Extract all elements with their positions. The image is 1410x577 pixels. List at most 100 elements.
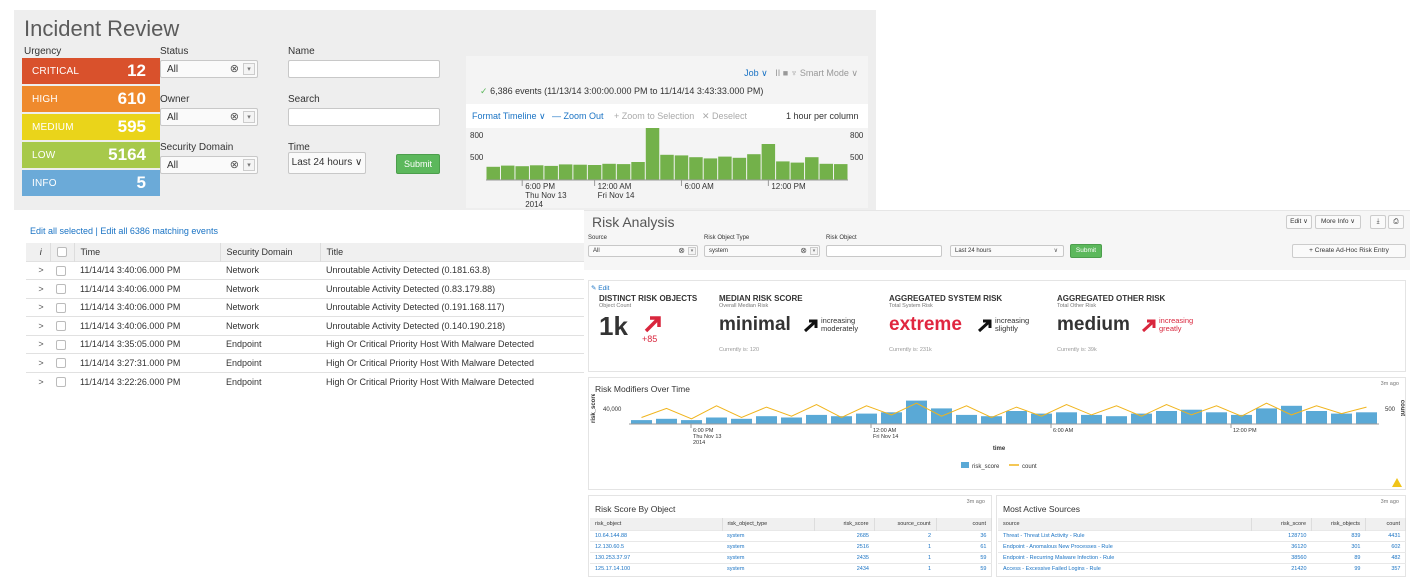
table-row[interactable]: Threat - Threat List Activity - Rule 1287… bbox=[998, 529, 1406, 541]
expand-cell[interactable]: > bbox=[26, 316, 50, 335]
timeline-bar[interactable] bbox=[718, 156, 732, 180]
select-all-column-header[interactable] bbox=[50, 243, 75, 261]
risk-score-bar[interactable] bbox=[881, 412, 902, 424]
legend-label[interactable]: risk_score bbox=[972, 464, 1000, 470]
timeline-chart[interactable]: 800 500 800 500 6:00 PMThu Nov 132014 12:00 A… bbox=[466, 128, 868, 208]
table-cell[interactable]: 128710 bbox=[1251, 529, 1312, 541]
timeline-bar[interactable] bbox=[747, 154, 761, 180]
timeline-bar[interactable] bbox=[544, 165, 558, 180]
column-header[interactable]: risk_object bbox=[590, 518, 723, 530]
table-cell[interactable]: 59 bbox=[936, 562, 992, 574]
urgency-info[interactable]: INFO 5 bbox=[22, 170, 160, 196]
column-header[interactable]: count bbox=[1365, 518, 1406, 530]
risk-score-bar[interactable] bbox=[1306, 411, 1327, 424]
urgency-low[interactable]: LOW 5164 bbox=[22, 142, 160, 168]
risk-score-bar[interactable] bbox=[1106, 416, 1127, 424]
risk-score-bar[interactable] bbox=[656, 418, 677, 424]
chevron-down-icon[interactable]: ▾ bbox=[688, 247, 696, 255]
more-info-button[interactable]: More Info ∨ bbox=[1315, 215, 1361, 229]
search-mode-controls[interactable]: II ■ ♆ Smart Mode ∨ bbox=[775, 68, 858, 78]
row-checkbox[interactable] bbox=[56, 284, 66, 295]
column-header[interactable]: risk_score bbox=[1251, 518, 1312, 530]
column-header[interactable]: risk_score bbox=[814, 518, 875, 530]
clear-icon[interactable]: ⊗ bbox=[230, 158, 239, 171]
submit-button[interactable]: Submit bbox=[1070, 244, 1102, 258]
table-cell[interactable]: 839 bbox=[1311, 529, 1366, 541]
select-cell[interactable] bbox=[50, 279, 74, 298]
table-cell[interactable]: 2516 bbox=[814, 540, 874, 552]
row-checkbox[interactable] bbox=[56, 321, 66, 332]
table-cell[interactable]: 1 bbox=[874, 562, 936, 574]
chevron-down-icon[interactable]: ∨ bbox=[1054, 247, 1058, 254]
urgency-high[interactable]: HIGH 610 bbox=[22, 86, 160, 112]
security-domain-select[interactable]: All ⊗ ▾ bbox=[160, 156, 258, 174]
column-header[interactable]: count bbox=[936, 518, 992, 530]
clear-icon[interactable]: ⊗ bbox=[678, 246, 685, 255]
edit-link[interactable]: ✎ Edit bbox=[591, 284, 609, 292]
risk-score-bar[interactable] bbox=[781, 417, 802, 425]
risk-score-bar[interactable] bbox=[756, 416, 777, 424]
chevron-down-icon[interactable]: ▾ bbox=[810, 247, 818, 255]
expand-cell[interactable]: > bbox=[26, 371, 50, 391]
table-cell[interactable]: 61 bbox=[936, 540, 992, 552]
table-cell[interactable]: Threat - Threat List Activity - Rule bbox=[998, 529, 1252, 541]
expand-cell[interactable]: > bbox=[26, 279, 50, 298]
select-cell[interactable] bbox=[50, 353, 74, 372]
create-adhoc-risk-entry-button[interactable]: + Create Ad-Hoc Risk Entry bbox=[1292, 244, 1406, 258]
table-row[interactable]: 10.64.144.88 system 2685 2 36 bbox=[590, 529, 992, 541]
risk-score-bar[interactable] bbox=[1356, 412, 1377, 424]
timeline-bar[interactable] bbox=[689, 157, 703, 180]
urgency-critical[interactable]: CRITICAL 12 bbox=[22, 58, 160, 84]
chevron-right-icon[interactable]: > bbox=[38, 284, 43, 294]
chevron-right-icon[interactable]: > bbox=[38, 302, 43, 312]
download-icon[interactable]: ⤓ bbox=[1370, 215, 1386, 229]
table-cell[interactable]: 125.17.14.100 bbox=[590, 562, 722, 574]
time-range-picker[interactable]: Last 24 hours ∨ bbox=[288, 152, 366, 174]
table-cell[interactable]: 1 bbox=[874, 551, 936, 563]
table-cell[interactable]: system bbox=[722, 540, 814, 552]
timeline-bar[interactable] bbox=[573, 164, 587, 180]
table-row[interactable]: Endpoint - Recurring Malware Infection -… bbox=[998, 551, 1406, 563]
risk-score-bar[interactable] bbox=[1206, 412, 1227, 424]
zoom-to-selection-button[interactable]: + Zoom to Selection bbox=[614, 111, 694, 121]
table-cell[interactable]: 89 bbox=[1311, 551, 1366, 563]
timeline-bar[interactable] bbox=[660, 154, 674, 180]
risk-score-bar[interactable] bbox=[1056, 412, 1077, 424]
timeline-bar[interactable] bbox=[645, 128, 660, 180]
table-cell[interactable]: system bbox=[722, 562, 814, 574]
chevron-right-icon[interactable]: > bbox=[38, 321, 43, 331]
column-header[interactable]: risk_object_type bbox=[722, 518, 815, 530]
column-header[interactable]: source bbox=[998, 518, 1252, 530]
table-cell[interactable]: Endpoint - Anomalous New Processes - Rul… bbox=[998, 540, 1252, 552]
risk-object-type-select[interactable]: system ⊗ ▾ bbox=[704, 245, 820, 257]
risk-score-bar[interactable] bbox=[1256, 408, 1277, 424]
timeline-bar[interactable] bbox=[805, 157, 819, 180]
table-cell[interactable]: 301 bbox=[1311, 540, 1366, 552]
table-cell[interactable]: 4431 bbox=[1365, 529, 1406, 541]
owner-select[interactable]: All ⊗ ▾ bbox=[160, 108, 258, 126]
timeline-bar[interactable] bbox=[515, 166, 529, 180]
edit-links[interactable]: Edit all selected | Edit all 6386 matchi… bbox=[30, 226, 218, 236]
column-header[interactable]: risk_objects bbox=[1311, 518, 1366, 530]
time-column-header[interactable]: Time bbox=[74, 243, 221, 261]
time-range-picker[interactable]: Last 24 hours ∨ bbox=[950, 245, 1064, 257]
table-cell[interactable]: 36120 bbox=[1251, 540, 1312, 552]
timeline-bar[interactable] bbox=[790, 162, 805, 180]
select-cell[interactable] bbox=[50, 334, 74, 354]
row-checkbox[interactable] bbox=[56, 376, 66, 387]
table-cell[interactable]: 482 bbox=[1365, 551, 1406, 563]
timeline-bar[interactable] bbox=[616, 164, 631, 180]
risk-score-bar[interactable] bbox=[906, 400, 927, 424]
table-cell[interactable]: 2434 bbox=[814, 562, 874, 574]
table-row[interactable]: Endpoint - Anomalous New Processes - Rul… bbox=[998, 540, 1406, 552]
chevron-right-icon[interactable]: > bbox=[38, 265, 43, 275]
urgency-medium[interactable]: MEDIUM 595 bbox=[22, 114, 160, 140]
clear-icon[interactable]: ⊗ bbox=[800, 246, 807, 255]
risk-score-bar[interactable] bbox=[1031, 413, 1052, 424]
chevron-down-icon[interactable]: ▾ bbox=[243, 111, 255, 123]
risk-score-bar[interactable] bbox=[1331, 413, 1352, 424]
search-input[interactable] bbox=[288, 108, 440, 126]
timeline-bar[interactable] bbox=[834, 164, 848, 180]
timeline-bar[interactable] bbox=[674, 155, 689, 180]
table-cell[interactable]: system bbox=[722, 551, 814, 563]
